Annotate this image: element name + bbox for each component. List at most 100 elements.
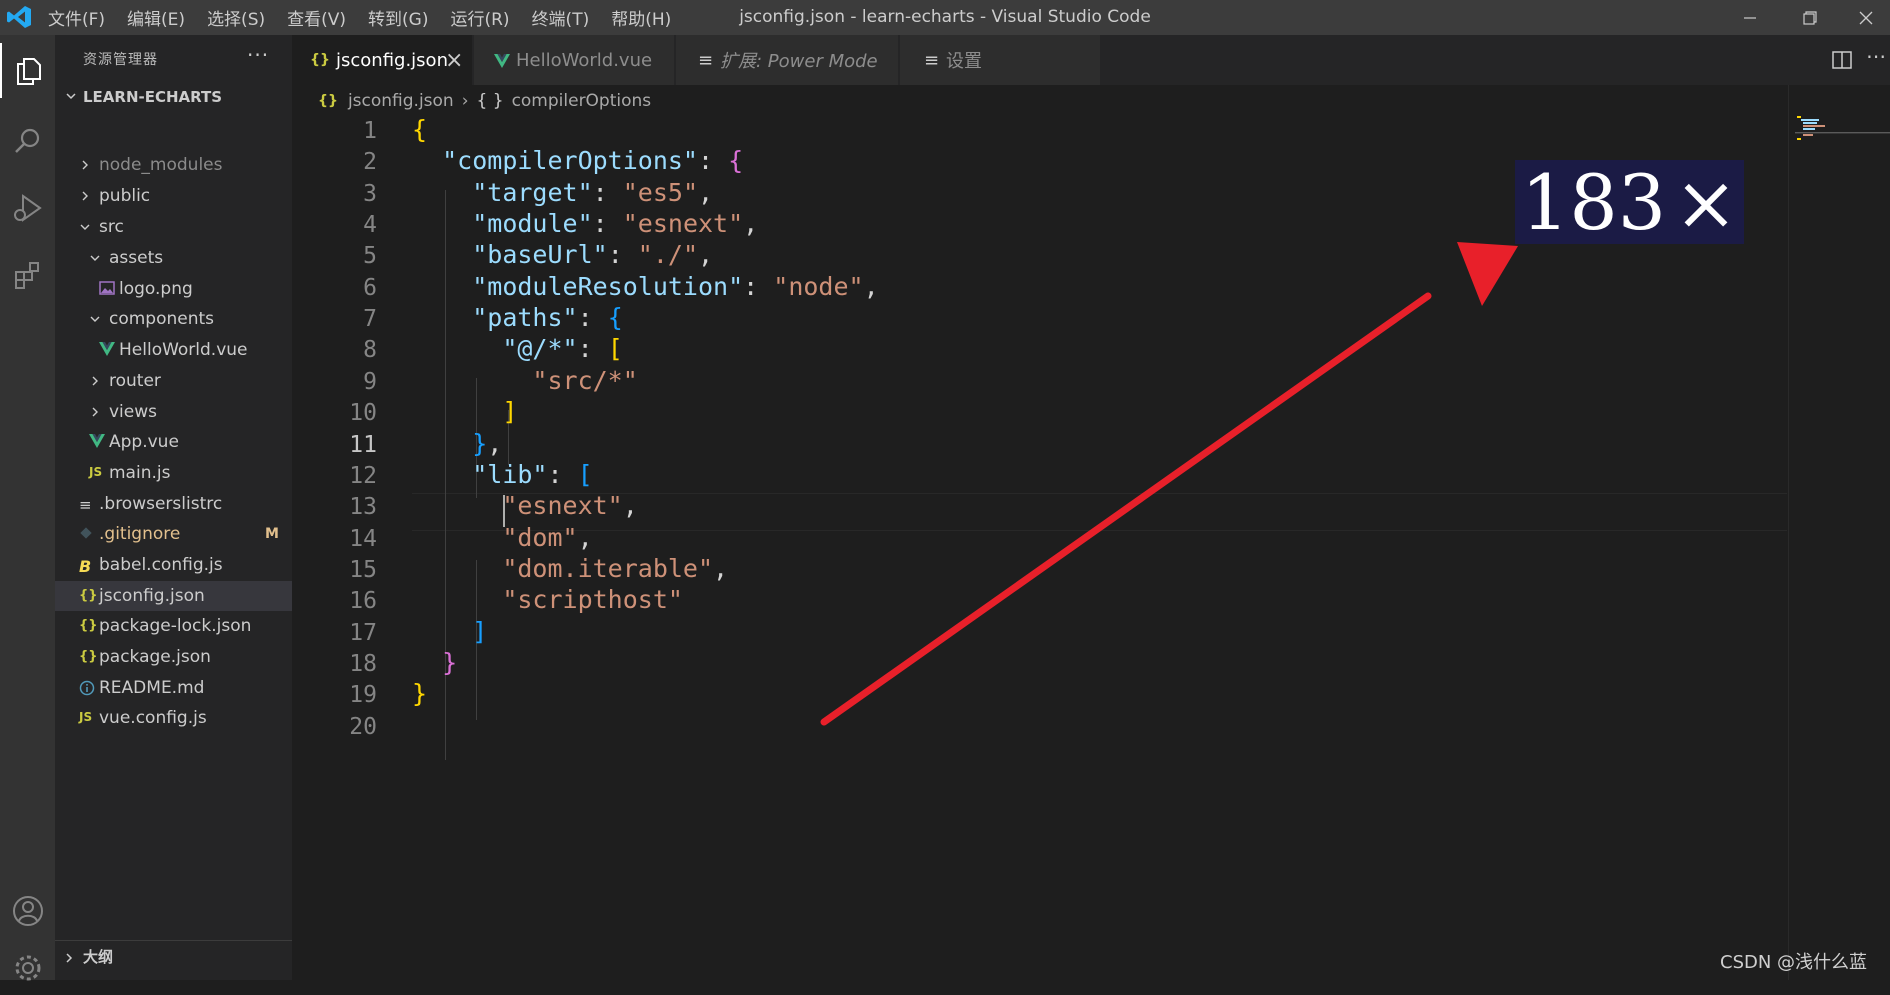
tab-close-button[interactable]: × bbox=[445, 48, 463, 73]
breadcrumb-file[interactable]: jsconfig.json bbox=[348, 91, 454, 111]
chevron-right-icon: › bbox=[461, 91, 469, 111]
code-line: "target": "es5", bbox=[412, 178, 713, 207]
restore-icon bbox=[1803, 10, 1817, 25]
line-number: 3 bbox=[363, 181, 377, 207]
line-number: 11 bbox=[349, 432, 377, 458]
tree-item-label: components bbox=[109, 309, 215, 329]
menu-view[interactable]: 查看(V) bbox=[287, 5, 346, 30]
menu-selection[interactable]: 选择(S) bbox=[207, 5, 265, 30]
outline-section[interactable]: 大纲 bbox=[55, 940, 292, 971]
editor-more-button[interactable]: ⋯ bbox=[1866, 44, 1886, 68]
debug-icon bbox=[13, 193, 42, 222]
js-icon: JS bbox=[89, 465, 103, 479]
tree-item[interactable]: router bbox=[55, 366, 292, 396]
tree-item[interactable]: logo.png bbox=[55, 274, 292, 304]
tree-item[interactable]: views bbox=[55, 397, 292, 427]
tree-item[interactable]: Bbabel.config.js bbox=[55, 550, 292, 580]
tree-item-label: App.vue bbox=[109, 432, 179, 452]
split-editor-button[interactable] bbox=[1832, 50, 1852, 74]
code-token: "@/*" bbox=[502, 334, 578, 363]
search-activity[interactable] bbox=[0, 113, 55, 168]
tree-item[interactable]: src bbox=[55, 212, 292, 242]
git-status-badge: M bbox=[265, 526, 279, 542]
code-token: "esnext" bbox=[502, 491, 623, 520]
restore-button[interactable] bbox=[1780, 0, 1840, 35]
tree-item[interactable]: {} package-lock.json bbox=[55, 611, 292, 641]
tree-item[interactable]: public bbox=[55, 181, 292, 211]
tab-jsconfig[interactable]: {} jsconfig.json × bbox=[292, 35, 472, 85]
tab-helloworld[interactable]: HelloWorld.vue bbox=[474, 35, 674, 85]
tree-item-label: HelloWorld.vue bbox=[119, 340, 248, 360]
gear-icon bbox=[15, 955, 40, 980]
menu-edit[interactable]: 编辑(E) bbox=[127, 5, 185, 30]
tab-settings[interactable]: ≡ 设置 bbox=[900, 35, 1100, 85]
tree-item-label: node_modules bbox=[99, 155, 223, 175]
search-icon bbox=[14, 128, 39, 153]
code-line: } bbox=[412, 679, 427, 708]
code-token: } bbox=[472, 429, 488, 458]
line-number: 4 bbox=[363, 212, 377, 238]
menu-run[interactable]: 运行(R) bbox=[450, 5, 509, 30]
code-token: "node" bbox=[773, 272, 864, 301]
menu-file[interactable]: 文件(F) bbox=[48, 5, 105, 30]
tree-item[interactable]: components bbox=[55, 304, 292, 334]
menu-go[interactable]: 转到(G) bbox=[368, 5, 428, 30]
code-token: : bbox=[697, 146, 729, 175]
tree-item[interactable]: node_modules bbox=[55, 150, 292, 180]
minimap[interactable] bbox=[1795, 112, 1890, 152]
code-token: "esnext" bbox=[622, 209, 744, 238]
code-token: } bbox=[442, 648, 458, 677]
tree-item[interactable]: JS main.js bbox=[55, 458, 292, 488]
tab-power-mode[interactable]: ≡ 扩展: Power Mode bbox=[676, 35, 898, 85]
explorer-title: 资源管理器 bbox=[83, 52, 158, 68]
extensions-activity[interactable] bbox=[0, 247, 55, 302]
manage-activity[interactable] bbox=[0, 940, 55, 995]
code-token: , bbox=[698, 178, 714, 207]
tree-item[interactable]: assets bbox=[55, 243, 292, 273]
code-token: "compilerOptions" bbox=[442, 146, 698, 175]
code-token: "./" bbox=[637, 240, 699, 269]
breadcrumb-symbol[interactable]: compilerOptions bbox=[512, 91, 652, 111]
tree-item[interactable]: .gitignore M bbox=[55, 519, 292, 549]
tree-item-label: router bbox=[109, 371, 161, 391]
lines-icon: ≡ bbox=[698, 49, 714, 71]
close-window-button[interactable] bbox=[1836, 0, 1890, 35]
more-actions-button[interactable]: ··· bbox=[247, 43, 269, 67]
line-number: 7 bbox=[363, 306, 377, 332]
explorer-activity[interactable] bbox=[0, 43, 55, 98]
scrollbar-track[interactable] bbox=[1788, 85, 1789, 980]
tree-item[interactable]: {} package.json bbox=[55, 642, 292, 672]
code-token: , bbox=[863, 272, 879, 301]
tree-item[interactable]: {} jsconfig.json bbox=[55, 581, 292, 611]
run-debug-activity[interactable] bbox=[0, 180, 55, 235]
tree-item[interactable]: JS vue.config.js bbox=[55, 703, 292, 733]
code-line: "dom.iterable", bbox=[412, 554, 728, 583]
code-line: }, bbox=[412, 429, 502, 458]
code-line: "paths": { bbox=[412, 303, 623, 332]
menu-help[interactable]: 帮助(H) bbox=[611, 5, 671, 30]
line-number: 18 bbox=[349, 651, 377, 677]
minimap-preview bbox=[1795, 116, 1890, 140]
menu-terminal[interactable]: 终端(T) bbox=[532, 5, 590, 30]
tree-item[interactable]: App.vue bbox=[55, 427, 292, 457]
tree-item[interactable]: HelloWorld.vue bbox=[55, 335, 292, 365]
vue-icon bbox=[89, 434, 105, 452]
tree-item[interactable]: README.md bbox=[55, 673, 292, 703]
breadcrumb: {} jsconfig.json › { } compilerOptions bbox=[318, 88, 651, 114]
tree-item[interactable]: ≡ .browserslistrc bbox=[55, 489, 292, 519]
code-token: : bbox=[547, 460, 578, 489]
code-line: "src/*" bbox=[412, 366, 637, 395]
js-icon: JS bbox=[79, 710, 93, 724]
accounts-activity[interactable] bbox=[0, 883, 55, 938]
minimize-button[interactable] bbox=[1720, 0, 1780, 35]
chevron-right-icon bbox=[79, 159, 91, 171]
project-root[interactable]: LEARN-ECHARTS bbox=[65, 88, 222, 106]
chevron-right-icon bbox=[89, 406, 101, 418]
